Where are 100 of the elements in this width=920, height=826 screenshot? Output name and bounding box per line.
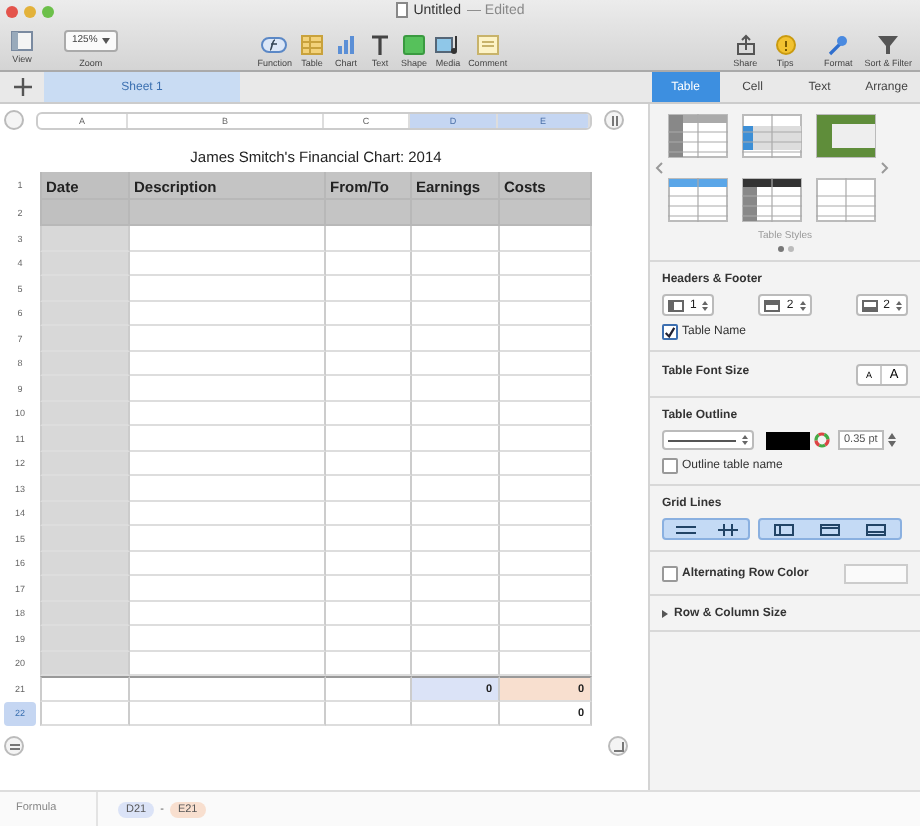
table-style-thumbnail[interactable]: [668, 114, 728, 158]
format-icon: [824, 34, 853, 56]
header-cell: [40, 199, 130, 226]
header-column-cell: [40, 401, 130, 426]
media-icon: [434, 34, 463, 56]
table-cell: [412, 251, 500, 276]
table-cell: [326, 526, 412, 551]
table-cell: [326, 501, 412, 526]
table-cell: [412, 351, 500, 376]
row-color-well[interactable]: [844, 564, 908, 584]
table-cell: [500, 276, 592, 301]
grid-lines-icon[interactable]: [819, 523, 840, 535]
table-cell: [412, 551, 500, 576]
outline-name-checkbox[interactable]: [662, 458, 678, 474]
color-wheel-icon[interactable]: [814, 432, 830, 448]
stepper-arrows-icon[interactable]: [896, 299, 902, 311]
table-cell: [500, 501, 592, 526]
function-icon: [260, 34, 289, 56]
table-cell: [500, 426, 592, 451]
table-cell: [326, 401, 412, 426]
view-icon: [8, 30, 36, 52]
table-cell: [412, 301, 500, 326]
stepper-arrows-icon[interactable]: [799, 299, 806, 311]
grid-lines-icon[interactable]: [773, 523, 794, 535]
header-column-cell: [40, 576, 130, 601]
table-cell: [326, 601, 412, 626]
tips-icon: [771, 34, 800, 56]
table-cell: [500, 226, 592, 251]
table-cell: [326, 276, 412, 301]
table-cell: [412, 526, 500, 551]
grid-lines-icon[interactable]: [866, 523, 887, 535]
table-cell: [326, 626, 412, 651]
table-cell: [412, 626, 500, 651]
page-dot[interactable]: [777, 246, 783, 252]
table-cell: [412, 376, 500, 401]
header-column-cell: [40, 276, 130, 301]
header-row-icon: [764, 299, 781, 311]
header-column-icon: [668, 299, 684, 311]
header-column-cell: [40, 251, 130, 276]
table-name-checkbox[interactable]: [662, 324, 678, 340]
table-cell: [412, 451, 500, 476]
header-column-cell: [40, 451, 130, 476]
header-column-cell: [40, 476, 130, 501]
stepper-arrows-icon[interactable]: [887, 432, 896, 448]
share-icon: [731, 34, 760, 56]
disclosure-triangle-icon[interactable]: [662, 610, 668, 618]
table-cell: [500, 526, 592, 551]
table-cell: [326, 576, 412, 601]
resize-table-button[interactable]: [608, 736, 628, 756]
horizontal-lines-icon[interactable]: [675, 523, 695, 535]
outline-color-well[interactable]: [766, 431, 810, 449]
header-column-cell: [40, 501, 130, 526]
table-style-thumbnail[interactable]: [816, 178, 876, 222]
table-cell: [412, 501, 500, 526]
table-cell: [412, 601, 500, 626]
table-cell: [412, 401, 500, 426]
table-cell: [500, 351, 592, 376]
header-grid-lines-control[interactable]: [758, 518, 902, 540]
table-cell: [326, 551, 412, 576]
table-cell: [500, 476, 592, 501]
page-dot[interactable]: [787, 246, 793, 252]
header-column-cell: [40, 601, 130, 626]
header-column-cell: [40, 326, 130, 351]
header-cell: [500, 199, 592, 226]
table-style-thumbnail[interactable]: [668, 178, 728, 222]
shape-icon: [400, 34, 429, 56]
table-cell: [500, 626, 592, 651]
table-cell: [500, 301, 592, 326]
vertical-lines-icon[interactable]: [717, 523, 737, 535]
footer-row-icon: [861, 299, 878, 311]
sort-icon: [874, 34, 903, 56]
header-column-cell: [40, 651, 130, 676]
comment-icon: [473, 34, 502, 56]
table-cell: [412, 426, 500, 451]
header-cell: [326, 199, 412, 226]
table-cell: [326, 251, 412, 276]
table-cell: [412, 576, 500, 601]
header-column-cell: [40, 226, 130, 251]
table-cell: [412, 476, 500, 501]
table-cell: [500, 601, 592, 626]
table-cell: [500, 326, 592, 351]
line-style-dropdown[interactable]: [662, 430, 754, 450]
add-row-button[interactable]: [4, 736, 24, 756]
table-style-thumbnail[interactable]: [742, 114, 802, 158]
table-style-thumbnail[interactable]: [816, 114, 876, 158]
close-button[interactable]: [6, 5, 18, 17]
header-column-cell: [40, 376, 130, 401]
stepper-arrows-icon[interactable]: [702, 299, 709, 311]
footer-cell: [40, 676, 130, 701]
add-column-button[interactable]: [604, 110, 624, 130]
alternating-row-checkbox[interactable]: [662, 566, 678, 582]
table-cell: [500, 451, 592, 476]
plus-icon: [13, 78, 31, 96]
stepper-arrows-icon: [742, 434, 748, 446]
grid-lines-control[interactable]: [662, 518, 750, 540]
table-style-thumbnail[interactable]: [742, 178, 802, 222]
table-cell: [412, 326, 500, 351]
table-cell: [412, 276, 500, 301]
header-column-cell: [40, 551, 130, 576]
table-cell: [500, 576, 592, 601]
